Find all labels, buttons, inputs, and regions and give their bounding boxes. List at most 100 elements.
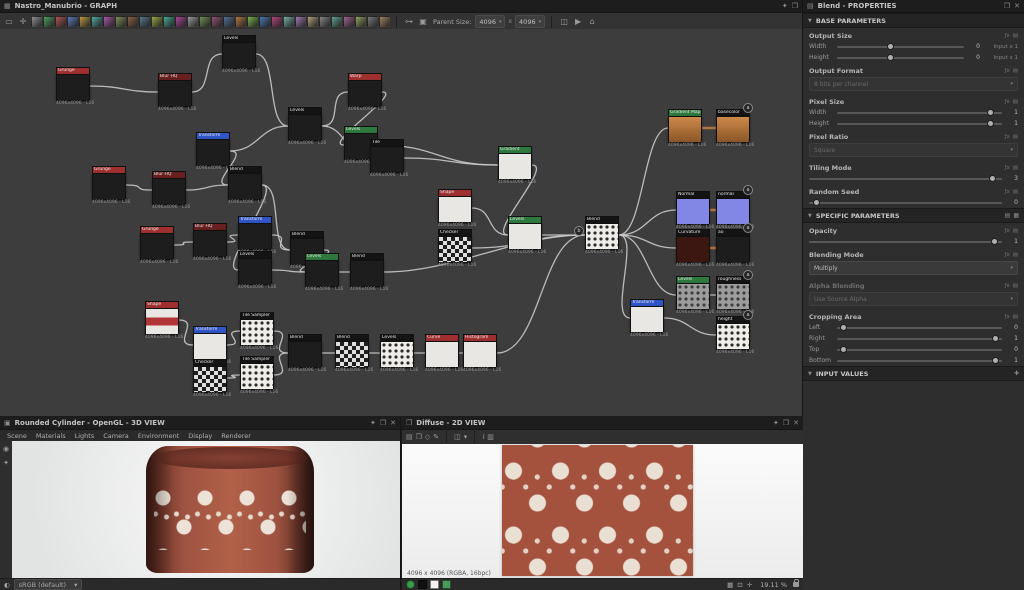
home-view-icon[interactable]: ⌂	[586, 16, 598, 28]
pin-icon[interactable]: ✦	[370, 419, 376, 427]
histogram-icon[interactable]: ▥	[487, 433, 494, 441]
colorspace-dropdown[interactable]: sRGB (default) ▾	[14, 579, 83, 590]
play-icon[interactable]: ▶	[572, 16, 584, 28]
view3d-viewport[interactable]: ◉ ✦	[0, 441, 400, 578]
function-icon[interactable]: ƒx	[1005, 33, 1010, 39]
slider-value[interactable]: 1	[1006, 335, 1018, 342]
slider-value[interactable]: 1	[1006, 238, 1018, 245]
graph-node[interactable]: Blend4096x4096 - L16b	[585, 216, 619, 256]
menu-item-renderer[interactable]: Renderer	[217, 432, 255, 440]
palette-node-icon[interactable]	[247, 16, 258, 27]
palette-node-icon[interactable]	[43, 16, 54, 27]
section-header[interactable]: ▼INPUT VALUES✚	[803, 366, 1024, 381]
graph-node[interactable]: Histogram4096x4096 - L16	[463, 334, 497, 374]
graph-node[interactable]: Levels4096x4096 - L16	[508, 216, 542, 256]
function-icon[interactable]: ƒx	[1005, 99, 1010, 105]
slider-track[interactable]	[809, 202, 1002, 204]
graph-node[interactable]: Blend4096x4096 - L16	[335, 334, 369, 374]
frame-all-icon[interactable]: ▣	[417, 16, 429, 28]
select-tool-icon[interactable]: ▭	[3, 16, 15, 28]
slider-track[interactable]	[809, 178, 1002, 180]
slider-handle[interactable]	[840, 346, 847, 353]
graph-node[interactable]: Warp4096x4096 - L16	[348, 73, 382, 113]
palette-node-icon[interactable]	[175, 16, 186, 27]
palette-node-icon[interactable]	[163, 16, 174, 27]
slider-track[interactable]	[809, 241, 1002, 243]
slider-track[interactable]	[837, 57, 964, 59]
slider-track[interactable]	[837, 123, 1002, 125]
graph-node[interactable]: Levels4096x4096 - L16	[676, 276, 710, 316]
graph-node[interactable]: Grunge4096x4096 - L16	[92, 166, 126, 206]
slider-handle[interactable]	[887, 43, 894, 50]
graph-node[interactable]: ao4096x4096 - L16a	[716, 229, 750, 269]
channel-toggle[interactable]	[418, 580, 427, 589]
slider-handle[interactable]	[813, 199, 820, 206]
close-icon[interactable]: ✕	[1014, 2, 1020, 10]
graph-node[interactable]: Levels4096x4096 - L16	[305, 253, 339, 293]
section-action-icon[interactable]: ▦	[1013, 212, 1019, 219]
graph-node[interactable]: Levels4096x4096 - L16	[238, 251, 272, 291]
slider-value[interactable]: 1	[1006, 357, 1018, 364]
slider-handle[interactable]	[987, 120, 994, 127]
function-icon[interactable]: ƒx	[1005, 165, 1010, 171]
function-icon[interactable]: ƒx	[1005, 134, 1010, 140]
section-header[interactable]: ▼BASE PARAMETERS	[803, 13, 1024, 28]
graph-node[interactable]: Tile Sampler4096x4096 - L16	[240, 312, 274, 352]
graph-node[interactable]: Blur HQ4096x4096 - L16	[193, 223, 227, 263]
palette-node-icon[interactable]	[259, 16, 270, 27]
graph-node[interactable]: Tile Sampler4096x4096 - L16	[240, 356, 274, 396]
graph-node[interactable]: Normal4096x4096 - L16	[676, 191, 710, 231]
grid-icon[interactable]: ▦	[727, 581, 733, 589]
float-window-icon[interactable]: ❐	[783, 419, 789, 427]
parameter-dropdown[interactable]: Multiply▾	[809, 261, 1018, 275]
graph-node[interactable]: height4096x4096 - L16a	[716, 316, 750, 356]
palette-node-icon[interactable]	[283, 16, 294, 27]
slider-value[interactable]: 1	[1006, 109, 1018, 116]
pan-tool-icon[interactable]: ✛	[17, 16, 29, 28]
graph-node[interactable]: Checker4096x4096 - L16	[193, 359, 227, 399]
tiling-preview-icon[interactable]: ◇	[425, 433, 430, 441]
palette-node-icon[interactable]	[55, 16, 66, 27]
slider-value[interactable]: 0	[1006, 199, 1018, 206]
function-icon[interactable]: ƒx	[1005, 68, 1010, 74]
slider-handle[interactable]	[887, 54, 894, 61]
function-icon[interactable]: ƒx	[1005, 314, 1010, 320]
palette-node-icon[interactable]	[379, 16, 390, 27]
menu-item-camera[interactable]: Camera	[99, 432, 133, 440]
options-icon[interactable]: ▤	[1013, 252, 1018, 258]
channel-toggle[interactable]	[430, 580, 439, 589]
slider-handle[interactable]	[991, 238, 998, 245]
background-icon[interactable]: ◫	[454, 433, 461, 441]
options-icon[interactable]: ▤	[1013, 314, 1018, 320]
chevron-down-icon[interactable]: ▾	[464, 433, 468, 441]
graph-node[interactable]: Blend4096x4096 - L16	[228, 166, 262, 206]
palette-node-icon[interactable]	[211, 16, 222, 27]
fit-view-icon[interactable]: ⊡	[737, 581, 742, 589]
graph-node[interactable]: Levels4096x4096 - L16	[380, 334, 414, 374]
palette-node-icon[interactable]	[223, 16, 234, 27]
palette-node-icon[interactable]	[67, 16, 78, 27]
center-view-icon[interactable]: ✛	[747, 581, 752, 589]
camera-icon[interactable]: ◉	[3, 445, 9, 453]
palette-node-icon[interactable]	[331, 16, 342, 27]
menu-item-display[interactable]: Display	[184, 432, 216, 440]
slider-value[interactable]: 0	[1006, 324, 1018, 331]
graph-node[interactable]: Transform4096x4096 - L16	[630, 299, 664, 339]
graph-node[interactable]: Grunge4096x4096 - L16	[140, 226, 174, 266]
palette-node-icon[interactable]	[343, 16, 354, 27]
graph-node[interactable]: Blur HQ4096x4096 - L16	[152, 171, 186, 211]
palette-node-icon[interactable]	[139, 16, 150, 27]
graph-node[interactable]: Shape4096x4096 - L16	[438, 189, 472, 229]
graph-canvas[interactable]: Levels4096x4096 - L16 Grunge4096x4096 - L…	[0, 29, 802, 416]
palette-node-icon[interactable]	[319, 16, 330, 27]
palette-node-icon[interactable]	[307, 16, 318, 27]
menu-item-lights[interactable]: Lights	[71, 432, 99, 440]
slider-value[interactable]: 3	[1006, 175, 1018, 182]
graph-node[interactable]: basecolor4096x4096 - L16a	[716, 109, 750, 149]
options-icon[interactable]: ▤	[1013, 68, 1018, 74]
graph-node[interactable]: Checker4096x4096 - L16	[438, 229, 472, 269]
slider-track[interactable]	[837, 338, 1002, 340]
graph-node[interactable]: Grunge4096x4096 - L16	[56, 67, 90, 107]
section-action-icon[interactable]: ▤	[1005, 212, 1011, 219]
float-window-icon[interactable]: ❐	[1004, 2, 1010, 10]
